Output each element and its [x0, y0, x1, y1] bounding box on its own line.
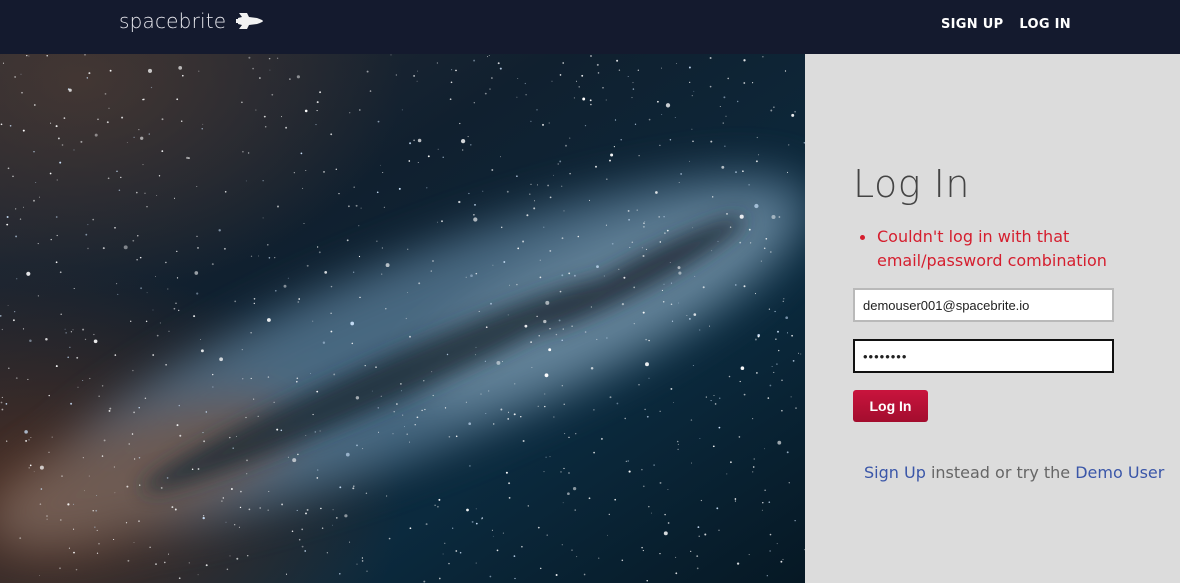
error-message: Couldn't log in with that email/password…	[859, 225, 1129, 273]
login-submit-button[interactable]: Log In	[853, 390, 928, 422]
header-nav: SIGN UP LOG IN	[941, 17, 1071, 32]
login-panel: Log In Couldn't log in with that email/p…	[805, 54, 1180, 583]
top-nav-bar: spacebrite SIGN UP LOG IN	[0, 0, 1180, 54]
brand-logo[interactable]: spacebrite	[119, 9, 264, 33]
brand-name: spacebrite	[119, 9, 227, 33]
login-title: Log In	[853, 162, 970, 206]
password-field[interactable]	[853, 339, 1114, 373]
email-field[interactable]	[853, 288, 1114, 322]
demo-user-link[interactable]: Demo User	[1075, 463, 1164, 482]
alt-options-middle-text: instead or try the	[925, 463, 1076, 482]
nav-login-link[interactable]: LOG IN	[1019, 17, 1071, 32]
space-shuttle-icon	[236, 13, 264, 29]
nav-signup-link[interactable]: SIGN UP	[941, 17, 1003, 32]
hero-starfield-image	[0, 54, 805, 583]
signup-link[interactable]: Sign Up	[864, 463, 926, 482]
error-list: Couldn't log in with that email/password…	[859, 225, 1129, 273]
alt-options-text: Sign Up instead or try the Demo User	[864, 463, 1164, 482]
